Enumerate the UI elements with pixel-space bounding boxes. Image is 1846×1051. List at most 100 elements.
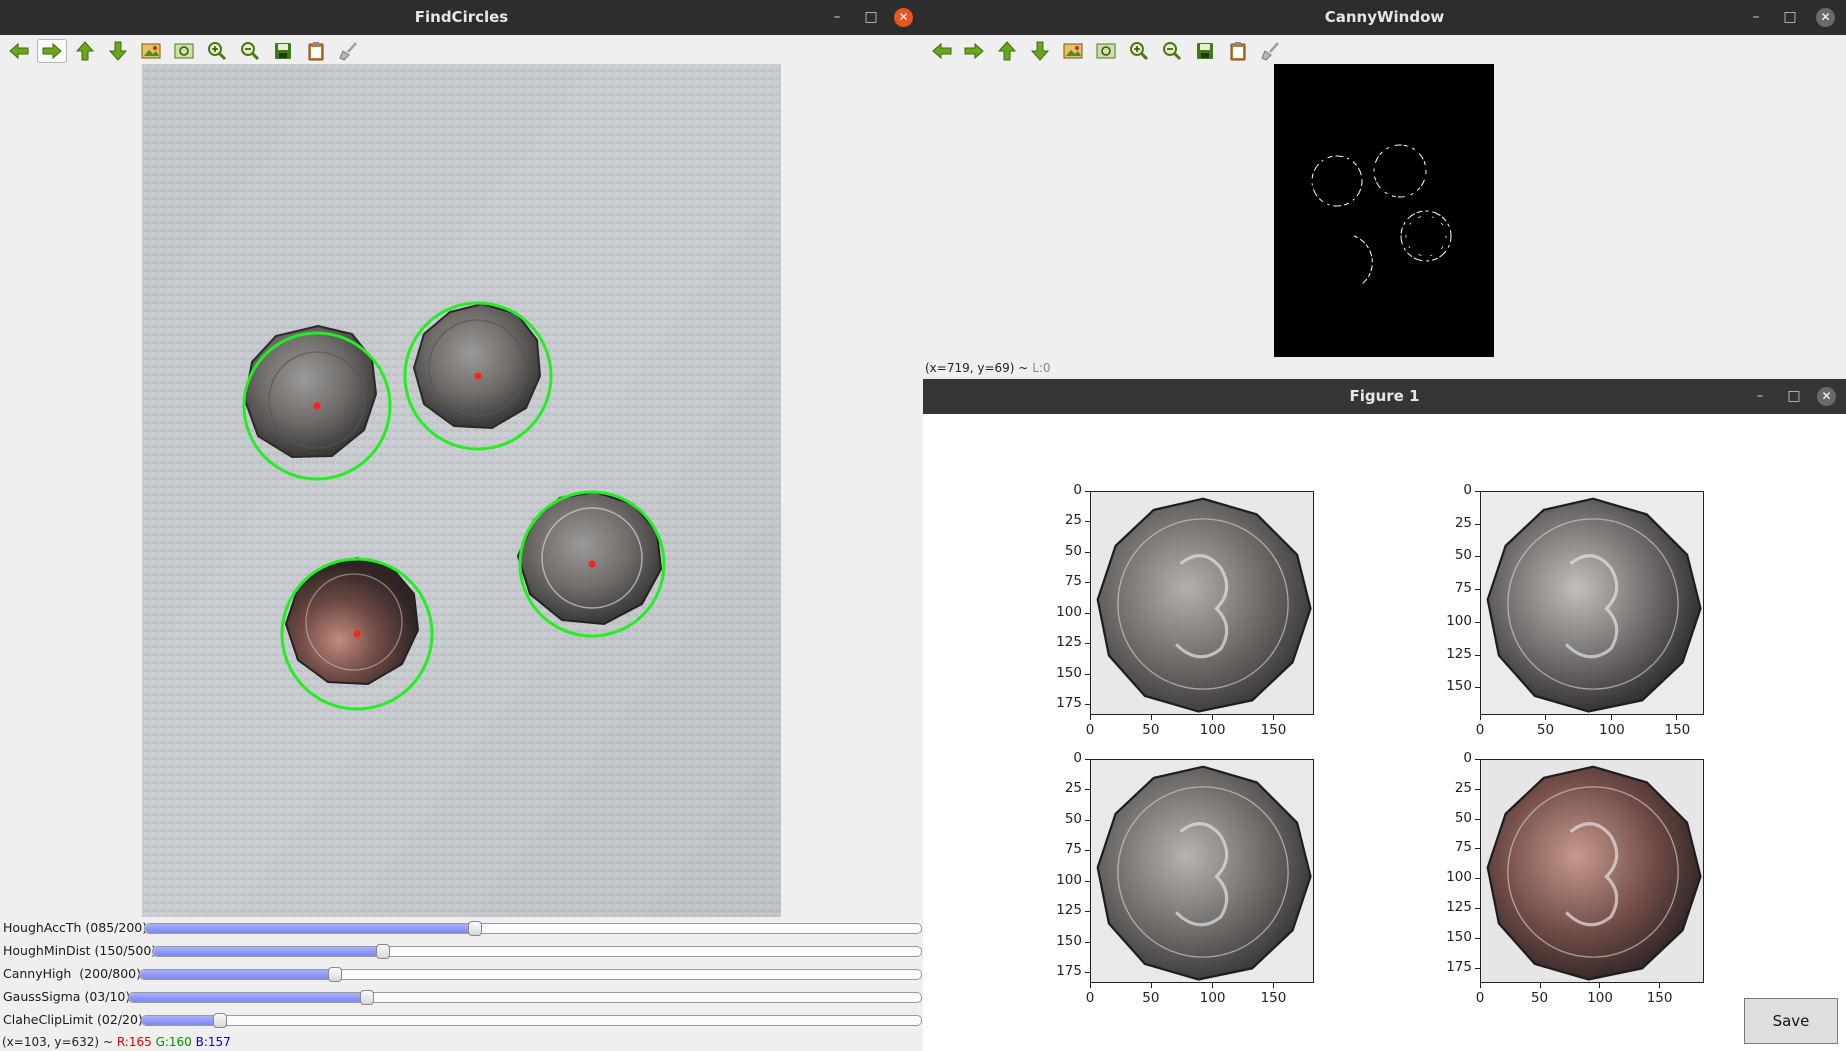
canny-edge-image[interactable] xyxy=(1274,64,1494,357)
x-tick-label: 150 xyxy=(1260,722,1287,738)
canny-edges xyxy=(1311,144,1452,285)
y-tick-label: 100 xyxy=(1446,869,1472,886)
clipboard-icon[interactable] xyxy=(1225,39,1251,63)
back-arrow-icon[interactable] xyxy=(6,39,32,63)
detection-image[interactable] xyxy=(142,64,781,917)
x-tick-mark xyxy=(1480,715,1481,720)
y-tick-label: 100 xyxy=(1446,612,1472,629)
fit-icon[interactable] xyxy=(171,39,197,63)
fit-icon[interactable] xyxy=(1093,39,1119,63)
slider-track[interactable] xyxy=(144,921,922,936)
y-tick-label: 100 xyxy=(1056,603,1082,620)
figure-maximize-button[interactable]: □ xyxy=(1779,379,1809,414)
forward-arrow-icon[interactable] xyxy=(961,39,987,63)
slider-handle[interactable] xyxy=(467,921,482,936)
close-button[interactable]: ✕ xyxy=(894,8,913,27)
y-tick-mark xyxy=(1475,687,1480,689)
maximize-button[interactable]: □ xyxy=(856,0,886,35)
canny-close-button[interactable]: ✕ xyxy=(1816,8,1835,27)
forward-arrow-icon[interactable] xyxy=(37,39,67,63)
slider-track[interactable] xyxy=(141,1013,922,1028)
figure-close-button[interactable]: ✕ xyxy=(1817,387,1836,406)
coin-crop-image[interactable] xyxy=(1480,759,1704,983)
coin-crop-image[interactable] xyxy=(1480,491,1704,715)
zoom-out-icon[interactable] xyxy=(1159,39,1185,63)
coin-crop-image[interactable] xyxy=(1090,759,1314,983)
y-tick-label: 25 xyxy=(1064,780,1082,797)
x-tick-mark xyxy=(1150,983,1152,988)
blue-value: B:157 xyxy=(195,1035,231,1049)
y-tick-mark xyxy=(1475,967,1480,969)
slider-handle[interactable] xyxy=(328,967,343,982)
slider-track[interactable] xyxy=(128,990,922,1005)
findcircles-window: FindCircles – □ ✕ HoughAccTh (085/200) H… xyxy=(0,0,923,1051)
coin-crop xyxy=(1486,497,1702,713)
y-tick-mark xyxy=(1475,937,1480,939)
canny-cursor-coords: (x=719, y=69) ~ xyxy=(925,361,1029,375)
down-arrow-icon[interactable] xyxy=(1027,39,1053,63)
y-tick-mark xyxy=(1085,491,1090,492)
y-tick-mark xyxy=(1085,972,1090,974)
y-tick-label: 100 xyxy=(1056,871,1082,888)
brush-icon[interactable] xyxy=(1258,39,1284,63)
y-tick-label: 75 xyxy=(1454,580,1472,597)
up-arrow-icon[interactable] xyxy=(994,39,1020,63)
x-tick-label: 150 xyxy=(1646,990,1673,1006)
x-tick-label: 0 xyxy=(1475,990,1485,1006)
minimize-button[interactable]: – xyxy=(822,0,852,35)
slider-handle[interactable] xyxy=(212,1013,227,1028)
circle-center-dot xyxy=(353,630,361,638)
zoom-in-icon[interactable] xyxy=(204,39,230,63)
y-tick-label: 50 xyxy=(1064,810,1082,827)
x-tick-label: 150 xyxy=(1664,722,1691,738)
y-tick-mark xyxy=(1085,759,1090,760)
red-value: R:165 xyxy=(116,1035,152,1049)
slider-label: HoughAccTh (085/200) xyxy=(3,920,148,935)
x-tick-mark xyxy=(1090,983,1091,988)
image-icon[interactable] xyxy=(1060,39,1086,63)
findcircles-titlebar[interactable]: FindCircles xyxy=(0,0,923,35)
zoom-out-icon[interactable] xyxy=(237,39,263,63)
y-tick-label: 0 xyxy=(1463,750,1472,766)
y-tick-label: 50 xyxy=(1454,809,1472,826)
slider-handle[interactable] xyxy=(359,990,374,1005)
x-tick-label: 0 xyxy=(1085,990,1095,1006)
canny-titlebar[interactable]: CannyWindow xyxy=(923,0,1846,35)
y-tick-label: 150 xyxy=(1056,932,1082,949)
y-tick-mark xyxy=(1085,582,1090,584)
save-icon[interactable] xyxy=(270,39,296,63)
down-arrow-icon[interactable] xyxy=(105,39,131,63)
detection-overlay xyxy=(242,301,666,711)
y-tick-mark xyxy=(1475,907,1480,909)
canny-toolbar xyxy=(923,36,1846,66)
save-button[interactable]: Save xyxy=(1744,998,1838,1044)
y-tick-label: 150 xyxy=(1446,678,1472,695)
brush-icon[interactable] xyxy=(336,39,362,63)
slider-track[interactable] xyxy=(152,944,922,959)
y-tick-mark xyxy=(1085,911,1090,913)
x-tick-mark xyxy=(1658,983,1660,988)
canny-title: CannyWindow xyxy=(1324,8,1445,26)
figure-minimize-button[interactable]: – xyxy=(1745,379,1775,414)
y-tick-label: 0 xyxy=(1073,482,1082,498)
back-arrow-icon[interactable] xyxy=(929,39,955,63)
canny-minimize-button[interactable]: – xyxy=(1741,0,1771,35)
save-icon[interactable] xyxy=(1192,39,1218,63)
y-tick-mark xyxy=(1475,556,1480,558)
circle-center-dot xyxy=(588,560,596,568)
x-tick-mark xyxy=(1599,983,1601,988)
up-arrow-icon[interactable] xyxy=(72,39,98,63)
findcircles-toolbar xyxy=(0,36,923,66)
slider-track[interactable] xyxy=(139,967,922,982)
slider-row: CannyHigh (200/800) xyxy=(0,964,923,984)
clipboard-icon[interactable] xyxy=(303,39,329,63)
slider-handle[interactable] xyxy=(376,944,391,959)
coin-crop-image[interactable] xyxy=(1090,491,1314,715)
canny-maximize-button[interactable]: □ xyxy=(1775,0,1805,35)
x-tick-label: 0 xyxy=(1475,722,1485,738)
x-tick-label: 50 xyxy=(1142,722,1160,738)
figure-titlebar[interactable]: Figure 1 xyxy=(923,379,1846,414)
zoom-in-icon[interactable] xyxy=(1126,39,1152,63)
slider-fill xyxy=(153,947,384,956)
image-icon[interactable] xyxy=(138,39,164,63)
